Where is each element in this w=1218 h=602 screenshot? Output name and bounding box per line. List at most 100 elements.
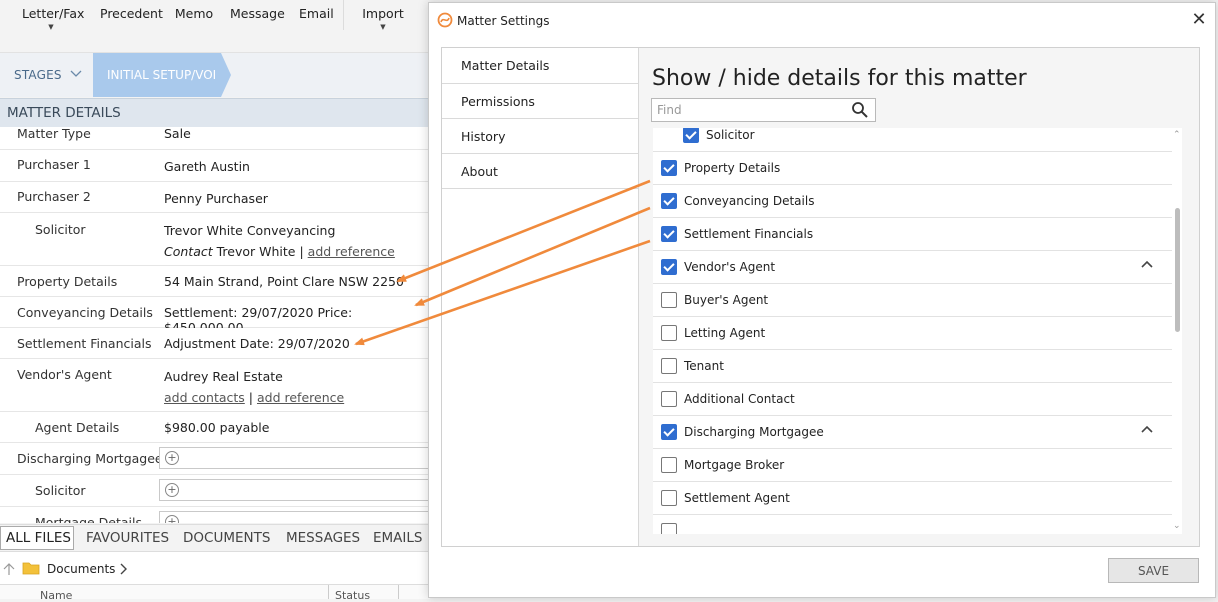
nav-item-matter-details[interactable]: Matter Details: [442, 48, 638, 84]
tab-messages[interactable]: MESSAGES: [286, 530, 360, 546]
message-label: Message: [230, 6, 285, 21]
detail-toggle-row[interactable]: Additional Contact: [653, 383, 1172, 416]
add-reference-link[interactable]: add reference: [257, 390, 344, 405]
detail-toggle-row[interactable]: Letting Agent: [653, 317, 1172, 350]
email-button[interactable]: Email: [299, 6, 334, 21]
detail-toggle-row[interactable]: Property Details: [653, 152, 1172, 185]
checkbox-checked[interactable]: [661, 424, 677, 440]
tab-emails[interactable]: EMAILS: [373, 530, 423, 546]
breadcrumb-folder[interactable]: Documents: [47, 562, 115, 576]
checkbox-checked[interactable]: [661, 226, 677, 242]
nav-label: About: [461, 164, 498, 179]
row-vendors-agent[interactable]: Vendor's Agent Audrey Real Estate add co…: [0, 359, 430, 412]
checkbox-checked[interactable]: [661, 259, 677, 275]
mortgage-details-add-field[interactable]: +: [159, 511, 430, 523]
tab-documents[interactable]: DOCUMENTS: [183, 530, 270, 546]
details-visibility-list: Solicitor Property Details Conveyancing De…: [653, 128, 1182, 534]
detail-toggle-row[interactable]: Settlement Agent: [653, 482, 1172, 515]
row-label: Conveyancing Details: [17, 305, 153, 320]
detail-toggle-label: Solicitor: [706, 128, 755, 142]
column-divider: [328, 585, 329, 599]
detail-toggle-label: Settlement Financials: [684, 227, 814, 241]
close-icon[interactable]: ✕: [1189, 9, 1209, 30]
folder-icon: [22, 562, 40, 575]
chevron-down-icon: [70, 70, 82, 77]
checkbox-unchecked[interactable]: [661, 457, 677, 473]
checkbox-checked[interactable]: [661, 193, 677, 209]
detail-toggle-row[interactable]: [653, 515, 1172, 534]
tab-favourites[interactable]: FAVOURITES: [86, 530, 169, 546]
find-input[interactable]: [655, 101, 849, 119]
search-icon[interactable]: [851, 101, 869, 119]
detail-toggle-label: Additional Contact: [684, 392, 795, 406]
stage-initial-setup[interactable]: INITIAL SETUP/VOI: [93, 53, 231, 97]
row-settlement-financials[interactable]: Settlement Financials Adjustment Date: 2…: [0, 328, 430, 359]
file-list-header: Name Status: [0, 584, 430, 601]
scroll-thumb[interactable]: [1175, 208, 1180, 332]
row-label: Purchaser 1: [17, 157, 91, 172]
nav-item-about[interactable]: About: [442, 154, 638, 189]
scroll-down-icon[interactable]: ⌄: [1173, 521, 1181, 531]
row-purchaser-1[interactable]: Purchaser 1 Gareth Austin: [0, 150, 430, 182]
stages-dropdown[interactable]: STAGES: [14, 68, 82, 82]
column-status[interactable]: Status: [335, 590, 370, 601]
tab-label: ALL FILES: [6, 530, 71, 546]
row-mortgage-details: Mortgage Details +: [0, 507, 430, 523]
checkbox-unchecked[interactable]: [661, 490, 677, 506]
detail-toggle-row[interactable]: Solicitor: [653, 128, 1172, 152]
chevron-up-icon[interactable]: [1141, 422, 1153, 436]
chevron-up-icon[interactable]: [1141, 257, 1153, 271]
add-contacts-link[interactable]: add contacts: [164, 390, 245, 405]
dialog-body: Matter Details Permissions History About…: [441, 47, 1200, 547]
row-value: Audrey Real Estate: [164, 369, 283, 384]
detail-toggle-row[interactable]: Tenant: [653, 350, 1172, 383]
tab-all-files[interactable]: ALL FILES: [0, 526, 74, 550]
checkbox-checked[interactable]: [683, 128, 699, 143]
detail-toggle-label: Letting Agent: [684, 326, 766, 340]
detail-toggle-row[interactable]: Buyer's Agent: [653, 284, 1172, 317]
row-property-details[interactable]: Property Details 54 Main Strand, Point C…: [0, 266, 430, 297]
checkbox-unchecked[interactable]: [661, 523, 677, 534]
checkbox-unchecked[interactable]: [661, 391, 677, 407]
detail-toggle-label: Discharging Mortgagee: [684, 425, 824, 439]
row-label: Agent Details: [35, 420, 120, 435]
checkbox-unchecked[interactable]: [661, 325, 677, 341]
arrow-up-icon[interactable]: [3, 562, 15, 576]
stage-label: INITIAL SETUP/VOI: [107, 68, 217, 82]
checkbox-unchecked[interactable]: [661, 292, 677, 308]
letter-fax-button[interactable]: Letter/Fax ▼: [22, 6, 84, 31]
row-conveyancing-details[interactable]: Conveyancing Details Settlement: 29/07/2…: [0, 297, 430, 335]
email-label: Email: [299, 6, 334, 21]
detail-toggle-row[interactable]: Mortgage Broker: [653, 449, 1172, 482]
checkbox-checked[interactable]: [661, 160, 677, 176]
detail-toggle-row[interactable]: Discharging Mortgagee: [653, 416, 1172, 449]
row-solicitor[interactable]: Solicitor Trevor White Conveyancing Cont…: [0, 213, 430, 266]
row-agent-details[interactable]: Agent Details $980.00 payable: [0, 412, 430, 443]
find-field[interactable]: [651, 98, 876, 122]
save-button[interactable]: SAVE: [1108, 558, 1199, 583]
nav-item-history[interactable]: History: [442, 119, 638, 154]
add-reference-link[interactable]: add reference: [308, 244, 395, 259]
memo-button[interactable]: Memo: [174, 6, 214, 21]
contact-prefix: Contact: [164, 244, 213, 259]
detail-toggle-label: Tenant: [684, 359, 724, 373]
scroll-up-icon[interactable]: ⌃: [1173, 130, 1181, 140]
solicitor-add-field[interactable]: +: [159, 479, 430, 501]
discharging-mortgagee-add-field[interactable]: +: [159, 447, 430, 469]
message-button[interactable]: Message: [230, 6, 285, 21]
toolbar-divider: [343, 0, 344, 30]
checkbox-unchecked[interactable]: [661, 358, 677, 374]
row-purchaser-2[interactable]: Purchaser 2 Penny Purchaser: [0, 182, 430, 213]
app-logo-icon: [437, 12, 453, 28]
detail-toggle-row[interactable]: Vendor's Agent: [653, 251, 1172, 284]
nav-item-permissions[interactable]: Permissions: [442, 84, 638, 119]
detail-toggle-row[interactable]: Conveyancing Details: [653, 185, 1172, 218]
row-label: Mortgage Details: [35, 515, 143, 523]
precedent-button[interactable]: Precedent: [100, 6, 163, 21]
letter-fax-label: Letter/Fax: [22, 6, 85, 21]
chevron-right-icon[interactable]: [120, 563, 128, 575]
detail-toggle-row[interactable]: Settlement Financials: [653, 218, 1172, 251]
column-name[interactable]: Name: [40, 590, 72, 601]
list-scrollbar[interactable]: ⌃ ⌄: [1172, 128, 1182, 534]
import-button[interactable]: Import ▼: [362, 6, 404, 31]
